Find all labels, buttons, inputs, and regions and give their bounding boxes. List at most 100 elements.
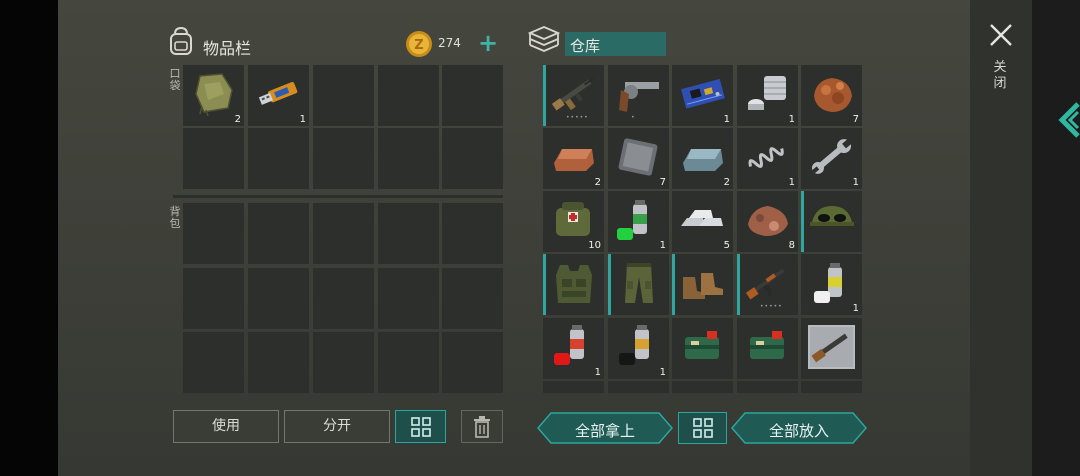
steel-ingot-icon <box>683 149 723 171</box>
warehouse-slot[interactable] <box>737 381 798 393</box>
backpack-slot[interactable] <box>183 332 244 393</box>
trash-icon <box>474 416 490 438</box>
warehouse-slot[interactable]: ••••• <box>543 65 604 126</box>
backpack-slot[interactable] <box>378 332 439 393</box>
warehouse-slot[interactable] <box>801 191 862 252</box>
trash-button[interactable] <box>461 410 503 443</box>
pocket-label: 口袋 <box>169 67 181 92</box>
split-button[interactable]: 分开 <box>284 410 390 443</box>
pocket-slot[interactable] <box>183 128 244 189</box>
warehouse-slot[interactable] <box>672 381 733 393</box>
backpack-slot[interactable] <box>313 332 374 393</box>
pocket-slot[interactable] <box>442 128 503 189</box>
warehouse-slot[interactable]: ••••• <box>737 254 798 315</box>
side-arrow-icon[interactable] <box>1056 100 1080 140</box>
close-icon[interactable] <box>988 22 1014 48</box>
item-quantity: 1 <box>788 114 795 125</box>
pocket-slot[interactable] <box>378 65 439 126</box>
backpack-label: 背包 <box>169 205 181 230</box>
white-spray-paint-icon <box>814 263 842 303</box>
backpack-slot[interactable] <box>442 332 503 393</box>
warehouse-slot[interactable] <box>672 254 733 315</box>
warehouse-slot[interactable]: 10 <box>543 191 604 252</box>
assault-rifle-icon <box>551 78 594 111</box>
warehouse-slot[interactable] <box>543 254 604 315</box>
warehouse-slot[interactable] <box>608 381 669 393</box>
backpack-slot[interactable] <box>313 268 374 329</box>
svg-text:Z: Z <box>414 38 423 53</box>
put-all-button[interactable]: 全部放入 <box>731 412 867 444</box>
warehouse-slot[interactable]: • <box>608 65 669 126</box>
warehouse-title: 仓库 <box>570 37 601 55</box>
backpack-slot[interactable] <box>183 203 244 264</box>
warehouse-slot[interactable]: 1 <box>737 65 798 126</box>
boots-icon <box>683 273 723 299</box>
black-spray-paint-icon <box>619 325 649 365</box>
equipped-indicator <box>543 254 546 315</box>
warehouse-slot[interactable]: 2 <box>672 128 733 189</box>
warehouse-slot[interactable]: 1 <box>672 65 733 126</box>
warehouse-slot[interactable] <box>672 318 733 379</box>
plus-icon[interactable]: + <box>478 31 498 55</box>
warehouse-slot[interactable] <box>608 254 669 315</box>
warehouse-slot[interactable]: 8 <box>737 191 798 252</box>
item-quantity: 1 <box>852 303 859 314</box>
pocket-slot[interactable] <box>313 128 374 189</box>
pocket-slot[interactable] <box>313 65 374 126</box>
revolver-icon <box>619 82 659 112</box>
pocket-slot[interactable] <box>378 128 439 189</box>
section-divider <box>173 195 503 198</box>
warehouse-slot[interactable]: 2 <box>543 128 604 189</box>
item-quantity: 7 <box>852 114 859 125</box>
warehouse-slot[interactable] <box>801 318 862 379</box>
warehouse-slot[interactable]: 1 <box>737 128 798 189</box>
warehouse-slot[interactable] <box>737 318 798 379</box>
backpack-slot[interactable] <box>313 203 374 264</box>
warehouse-slot[interactable]: 1 <box>801 254 862 315</box>
item-quantity: 5 <box>723 240 730 251</box>
backpack-slot[interactable] <box>248 268 309 329</box>
warehouse-slot[interactable]: 7 <box>608 128 669 189</box>
copper-ingot-icon <box>554 149 594 171</box>
warehouse-slot[interactable] <box>801 381 862 393</box>
warehouse-slot[interactable]: 5 <box>672 191 733 252</box>
item-quantity: 1 <box>723 114 730 125</box>
pocket-slot[interactable]: 1 <box>248 65 309 126</box>
warehouse-slot[interactable]: 1 <box>608 318 669 379</box>
pocket-slot[interactable] <box>248 128 309 189</box>
warehouse-slot[interactable]: 7 <box>801 65 862 126</box>
backpack-slot[interactable] <box>248 332 309 393</box>
warehouse-title-bar: 仓库 <box>565 32 666 56</box>
warehouse-slot[interactable]: 1 <box>801 128 862 189</box>
backpack-slot[interactable] <box>183 268 244 329</box>
backpack-slot[interactable] <box>442 268 503 329</box>
equipped-indicator <box>608 254 611 315</box>
sort-grid-icon <box>411 417 431 437</box>
take-all-label: 全部拿上 <box>574 422 635 440</box>
sort-grid-icon <box>693 418 713 438</box>
wrench-icon <box>811 138 853 174</box>
pocket-slot[interactable] <box>442 65 503 126</box>
use-button[interactable]: 使用 <box>173 410 279 443</box>
engine-parts-icon <box>748 76 786 110</box>
item-quantity: 1 <box>594 367 601 378</box>
item-quantity: 1 <box>659 240 666 251</box>
gold-coin-icon: Z <box>406 31 432 57</box>
warehouse-slot[interactable]: 1 <box>543 318 604 379</box>
inventory-sort-button[interactable] <box>395 410 446 443</box>
warehouse-slot[interactable] <box>543 381 604 393</box>
silver-bars-icon <box>681 210 723 226</box>
backpack-slot[interactable] <box>442 203 503 264</box>
backpack-slot[interactable] <box>378 203 439 264</box>
pocket-slot[interactable]: 2 <box>183 65 244 126</box>
backpack-slot[interactable] <box>378 268 439 329</box>
take-all-button[interactable]: 全部拿上 <box>537 412 673 444</box>
first-aid-bag-icon <box>556 202 590 236</box>
durability-dots: ••••• <box>566 114 589 121</box>
equipped-indicator <box>801 191 804 252</box>
red-spray-paint-icon <box>554 325 584 365</box>
backpack-slot[interactable] <box>248 203 309 264</box>
warehouse-slot[interactable]: 1 <box>608 191 669 252</box>
close-label[interactable]: 关闭 <box>992 60 1008 92</box>
warehouse-sort-button[interactable] <box>678 412 727 444</box>
